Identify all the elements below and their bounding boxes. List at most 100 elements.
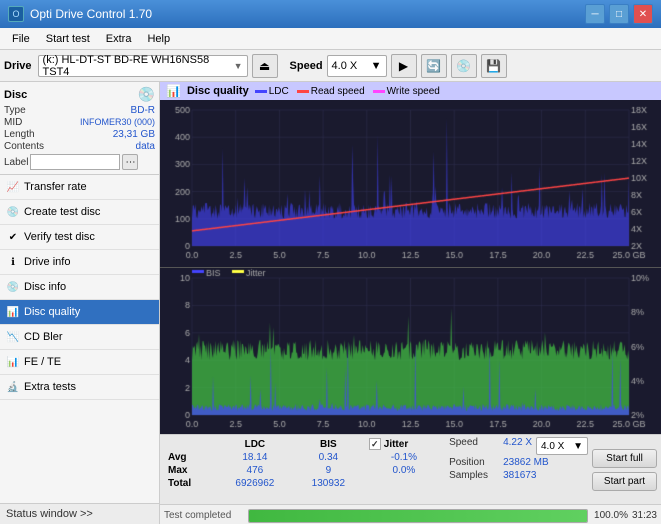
transfer-rate-icon: 📈 <box>6 180 20 194</box>
disc-mid-label: MID <box>4 117 22 128</box>
maximize-button[interactable]: □ <box>609 4 629 24</box>
avg-bis: 0.34 <box>294 451 363 464</box>
total-bis: 130932 <box>294 477 363 490</box>
nav-transfer-rate[interactable]: 📈 Transfer rate <box>0 175 159 200</box>
avg-jitter: -0.1% <box>363 451 445 464</box>
sidebar: Disc 💿 Type BD-R MID INFOMER30 (000) Len… <box>0 82 160 524</box>
total-ldc: 6926962 <box>216 477 294 490</box>
menu-start-test[interactable]: Start test <box>38 31 98 47</box>
disc-label-button[interactable]: ⋯ <box>122 154 138 170</box>
legend-write-speed-dot <box>373 90 385 93</box>
speed-dropdown-arrow: ▼ <box>371 60 382 72</box>
stats-speed-dropdown-arrow: ▼ <box>573 441 583 452</box>
drive-label: Drive <box>4 60 32 72</box>
jitter-checkbox[interactable] <box>369 438 381 450</box>
tool-icon-2[interactable]: 💿 <box>451 54 477 78</box>
app-icon: O <box>8 6 24 22</box>
nav-verify-test-disc[interactable]: ✔ Verify test disc <box>0 225 159 250</box>
disc-title: Disc <box>4 89 27 101</box>
chart-header: 📊 Disc quality LDC Read speed Write spee… <box>160 82 661 100</box>
total-label: Total <box>164 477 216 490</box>
disc-panel: Disc 💿 Type BD-R MID INFOMER30 (000) Len… <box>0 82 159 175</box>
main-content: Disc 💿 Type BD-R MID INFOMER30 (000) Len… <box>0 82 661 524</box>
nav-fe-te[interactable]: 📊 FE / TE <box>0 350 159 375</box>
disc-label-input[interactable] <box>30 154 120 170</box>
menu-help[interactable]: Help <box>139 31 178 47</box>
eject-button[interactable]: ⏏ <box>252 54 278 78</box>
speed-value: 4.0 X <box>332 60 358 72</box>
disc-quality-icon: 📊 <box>6 305 20 319</box>
nav-drive-info-label: Drive info <box>24 256 70 268</box>
nav-extra-tests-label: Extra tests <box>24 381 76 393</box>
speed-row: Speed 4.22 X 4.0 X ▼ <box>449 437 588 455</box>
progress-bar-fill <box>249 510 587 522</box>
top-chart <box>160 100 661 267</box>
minimize-button[interactable]: ─ <box>585 4 605 24</box>
menu-bar: File Start test Extra Help <box>0 28 661 50</box>
disc-contents-value: data <box>136 141 155 152</box>
position-row: Position 23862 MB <box>449 457 588 468</box>
stats-max-row: Max 476 9 0.0% <box>164 464 445 477</box>
nav-drive-info[interactable]: ℹ Drive info <box>0 250 159 275</box>
legend-write-speed-label: Write speed <box>387 86 440 97</box>
legend-ldc: LDC <box>255 86 289 97</box>
stats-col-empty <box>164 437 216 451</box>
start-part-button[interactable]: Start part <box>592 472 657 491</box>
disc-icon: 💿 <box>138 86 155 103</box>
create-test-disc-icon: 💿 <box>6 205 20 219</box>
total-jitter <box>363 477 445 490</box>
extra-tests-icon: 🔬 <box>6 380 20 394</box>
menu-file[interactable]: File <box>4 31 38 47</box>
legend-read-speed-label: Read speed <box>311 86 365 97</box>
stats-speed-select-value: 4.0 X <box>541 441 564 452</box>
close-button[interactable]: ✕ <box>633 4 653 24</box>
nav-disc-info[interactable]: 💿 Disc info <box>0 275 159 300</box>
speed-selector[interactable]: 4.0 X ▼ <box>327 55 387 77</box>
avg-label: Avg <box>164 451 216 464</box>
cd-bler-icon: 📉 <box>6 330 20 344</box>
max-ldc: 476 <box>216 464 294 477</box>
speed-label: Speed <box>290 60 323 72</box>
disc-contents-row: Contents data <box>4 141 155 152</box>
app-title: Opti Drive Control 1.70 <box>30 7 152 21</box>
charts-wrapper <box>160 100 661 434</box>
samples-label: Samples <box>449 470 499 481</box>
legend-read-speed-dot <box>297 90 309 93</box>
menu-extra[interactable]: Extra <box>98 31 140 47</box>
action-buttons: Start full Start part <box>592 437 657 502</box>
tool-icon-1[interactable]: 🔄 <box>421 54 447 78</box>
stats-jitter-header: Jitter <box>363 437 445 451</box>
disc-type-label: Type <box>4 105 26 116</box>
progress-time: 31:23 <box>632 510 657 521</box>
nav-disc-quality[interactable]: 📊 Disc quality <box>0 300 159 325</box>
disc-type-value: BD-R <box>131 105 155 116</box>
fe-te-icon: 📊 <box>6 355 20 369</box>
stats-speed-selector[interactable]: 4.0 X ▼ <box>536 437 588 455</box>
nav-create-test-disc[interactable]: 💿 Create test disc <box>0 200 159 225</box>
nav-verify-test-disc-label: Verify test disc <box>24 231 95 243</box>
max-label: Max <box>164 464 216 477</box>
save-button[interactable]: 💾 <box>481 54 507 78</box>
legend-ldc-label: LDC <box>269 86 289 97</box>
disc-length-value: 23,31 GB <box>113 129 155 140</box>
drive-selector[interactable]: (k:) HL-DT-ST BD-RE WH16NS58 TST4 ▼ <box>38 55 248 77</box>
status-window-button[interactable]: Status window >> <box>0 503 159 524</box>
nav-cd-bler[interactable]: 📉 CD Bler <box>0 325 159 350</box>
progress-bar <box>248 509 588 523</box>
disc-fields: Type BD-R MID INFOMER30 (000) Length 23,… <box>4 105 155 170</box>
play-button[interactable]: ▶ <box>391 54 417 78</box>
samples-row: Samples 381673 <box>449 470 588 481</box>
nav-cd-bler-label: CD Bler <box>24 331 63 343</box>
toolbar: Drive (k:) HL-DT-ST BD-RE WH16NS58 TST4 … <box>0 50 661 82</box>
start-full-button[interactable]: Start full <box>592 449 657 468</box>
stats-total-row: Total 6926962 130932 <box>164 477 445 490</box>
stats-col-bis: BIS <box>294 437 363 451</box>
avg-ldc: 18.14 <box>216 451 294 464</box>
progress-section: Test completed 100.0% 31:23 <box>160 504 661 524</box>
nav-extra-tests[interactable]: 🔬 Extra tests <box>0 375 159 400</box>
drive-dropdown-arrow: ▼ <box>234 61 243 71</box>
disc-contents-label: Contents <box>4 141 44 152</box>
jitter-label: Jitter <box>384 439 408 450</box>
stats-bar: LDC BIS Jitter Avg 18.14 0.34 <box>160 434 661 504</box>
max-jitter: 0.0% <box>363 464 445 477</box>
